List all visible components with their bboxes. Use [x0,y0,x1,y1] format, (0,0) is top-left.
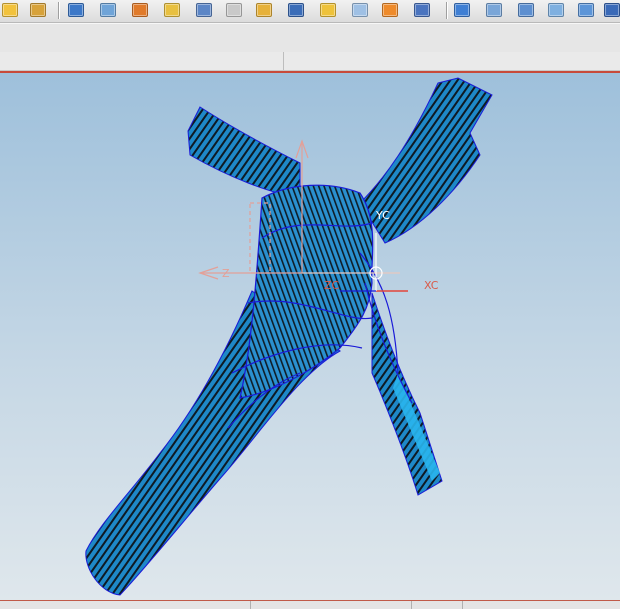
toolbar-separator [58,2,59,19]
graphics-viewport[interactable]: XC YC ZC Z [0,73,620,600]
upper-left-arm[interactable] [187,106,301,199]
model-canvas[interactable]: XC YC ZC Z [0,73,620,600]
copy-icon[interactable] [516,1,536,19]
selection-filter-field[interactable] [0,52,284,70]
box-icon[interactable] [224,1,244,19]
revolve-icon[interactable] [194,1,214,19]
open-icon[interactable] [0,1,20,19]
layers-icon[interactable] [484,1,504,19]
yc-axis-label: YC [375,209,390,222]
surface-icon[interactable] [412,1,432,19]
xc-axis-label: XC [424,279,439,292]
pattern-icon[interactable] [452,1,472,19]
panel-icon[interactable] [546,1,566,19]
central-hub[interactable] [239,184,374,399]
main-toolbar [0,0,620,23]
z-axis-marker-icon: Z [222,267,230,280]
more-icon[interactable] [602,1,620,19]
pipe-icon[interactable] [286,1,306,19]
pencil-icon[interactable] [162,1,182,19]
view-icon[interactable] [66,1,86,19]
save-as-icon[interactable] [28,1,48,19]
zc-axis-label: ZC [324,279,340,292]
selection-bar [0,52,620,71]
sketch-icon[interactable] [98,1,118,19]
blend-icon[interactable] [380,1,400,19]
command-bar [0,23,620,53]
block-icon[interactable] [130,1,150,19]
selection-scope-field[interactable] [284,52,620,70]
plane-icon[interactable] [350,1,370,19]
extrude-icon[interactable] [254,1,274,19]
cube-icon[interactable] [318,1,338,19]
toolbar-separator [446,2,447,19]
window-icon[interactable] [576,1,596,19]
